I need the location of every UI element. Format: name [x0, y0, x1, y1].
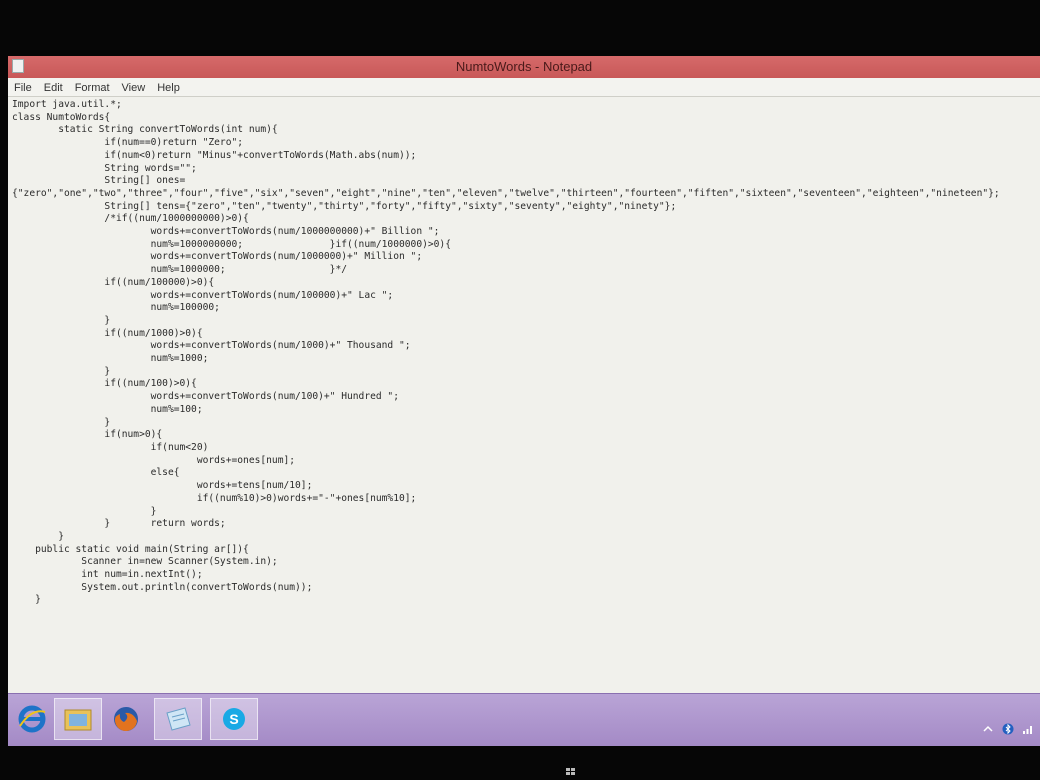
svg-text:S: S [229, 711, 238, 727]
code-line: if(num==0)return "Zero"; [12, 137, 244, 149]
menu-file[interactable]: File [8, 80, 38, 94]
title-bar[interactable]: NumtoWords - Notepad [8, 56, 1040, 78]
menu-format[interactable]: Format [69, 80, 116, 94]
menu-view[interactable]: View [116, 80, 152, 94]
code-line: num%=1000; [12, 353, 209, 365]
code-line: } [12, 594, 41, 606]
code-line: } [12, 416, 111, 428]
code-line: class NumtoWords{ [12, 111, 111, 123]
code-line: String[] ones= [12, 175, 186, 187]
firefox-icon [114, 707, 138, 732]
code-line: String[] tens={"zero","ten","twenty","th… [12, 200, 677, 212]
code-line: words+=convertToWords(num/100)+" Hundred… [12, 391, 399, 403]
code-line: static String convertToWords(int num){ [12, 124, 278, 136]
code-text: Import java.util.*; class NumtoWords{ sta… [8, 97, 1040, 607]
code-line: words+=convertToWords(num/1000000000)+" … [12, 226, 440, 238]
taskbar-ie-button[interactable] [8, 698, 56, 740]
code-line: words+=convertToWords(num/1000000)+" Mil… [12, 251, 423, 263]
code-line: words+=ones[num]; [12, 454, 296, 466]
code-line: num%=1000000; }*/ [12, 264, 348, 276]
bluetooth-icon[interactable] [1002, 723, 1014, 735]
menu-edit[interactable]: Edit [38, 80, 69, 94]
code-line: } [12, 505, 157, 517]
code-line: num%=1000000000; }if((num/1000000)>0){ [12, 238, 451, 250]
screen: NumtoWords - Notepad File Edit Format View H… [8, 56, 1040, 746]
windows-logo-icon [566, 768, 575, 775]
code-line: if((num/100000)>0){ [12, 276, 215, 288]
code-line: Import java.util.*; [12, 99, 122, 110]
text-editor[interactable]: Import java.util.*; class NumtoWords{ sta… [8, 97, 1040, 694]
code-line: Scanner in=new Scanner(System.in); [12, 556, 278, 568]
menu-help[interactable]: Help [151, 80, 186, 94]
taskbar-firefox-button[interactable] [102, 698, 150, 740]
notepad-icon [166, 707, 191, 731]
code-line: } [12, 314, 111, 326]
taskbar-skype-button[interactable]: S [210, 698, 258, 740]
code-line: if(num<0)return "Minus"+convertToWords(M… [12, 149, 417, 161]
code-line: } return words; [12, 518, 226, 530]
code-line: if(num<20) [12, 441, 209, 453]
photo-of-monitor: { "window": { "title": "NumtoWords - Not… [0, 0, 1040, 780]
code-line: num%=100000; [12, 302, 220, 314]
folder-icon [64, 709, 92, 731]
chevron-up-icon[interactable] [982, 723, 994, 735]
code-line: words+=tens[num/10]; [12, 480, 313, 492]
taskbar-file-explorer-button[interactable] [54, 698, 102, 740]
window-title: NumtoWords - Notepad [455, 59, 593, 74]
code-line: } [12, 530, 64, 542]
internet-explorer-icon [18, 705, 46, 733]
code-line: else{ [12, 467, 180, 479]
code-line: words+=convertToWords(num/1000)+" Thousa… [12, 340, 411, 352]
code-line: if((num/100)>0){ [12, 378, 197, 390]
code-line: {"zero","one","two","three","four","five… [12, 187, 1000, 199]
code-line: String words=""; [12, 162, 197, 174]
code-line: System.out.println(convertToWords(num)); [12, 581, 313, 593]
code-line: if((num/1000)>0){ [12, 327, 203, 339]
code-line: } [12, 365, 111, 377]
skype-icon: S [223, 708, 245, 730]
system-tray [982, 720, 1034, 738]
code-line: int num=in.nextInt(); [12, 569, 203, 581]
code-line: public static void main(String ar[]){ [12, 543, 249, 555]
code-line: if((num%10)>0)words+="-"+ones[num%10]; [12, 492, 417, 504]
network-icon[interactable] [1022, 723, 1034, 735]
code-line: /*if((num/1000000000)>0){ [12, 213, 249, 225]
code-line: words+=convertToWords(num/100000)+" Lac … [12, 289, 394, 301]
code-line: if(num>0){ [12, 429, 163, 441]
menu-bar: File Edit Format View Help [8, 78, 1040, 97]
taskbar: S [8, 693, 1040, 746]
code-line: num%=100; [12, 403, 203, 415]
taskbar-notepad-button[interactable] [154, 698, 202, 740]
